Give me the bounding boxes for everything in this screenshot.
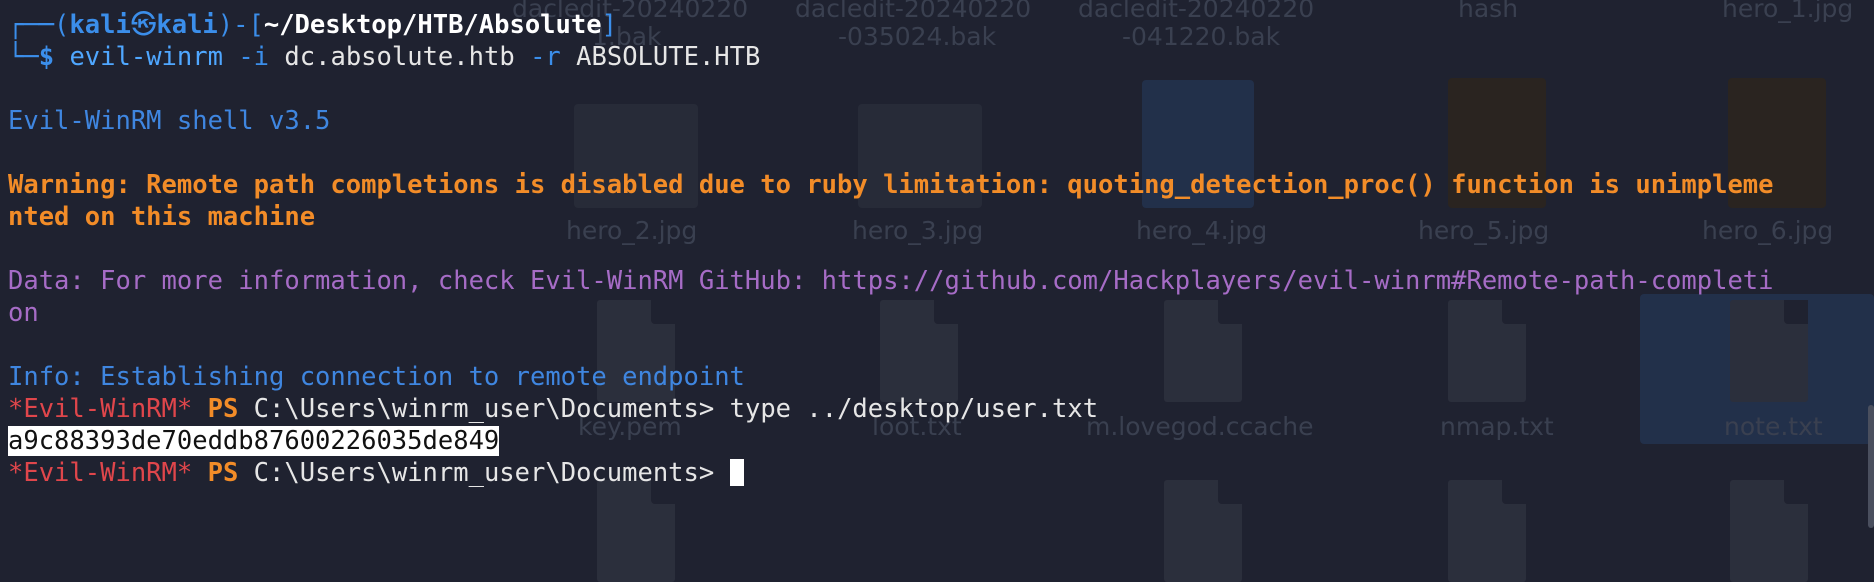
prompt-corner: └─	[8, 42, 39, 72]
command-host: dc.absolute.htb	[284, 42, 515, 72]
document-icon	[1730, 480, 1808, 582]
winrm-prompt-line-active[interactable]: *Evil-WinRM* PS C:\Users\winrm_user\Docu…	[8, 457, 1864, 489]
terminal-scrollbar[interactable]	[1868, 405, 1874, 528]
data-line-continued: on	[8, 298, 39, 328]
evil-winrm-tag: *Evil-WinRM*	[8, 458, 193, 488]
command-flag-r: -r	[530, 42, 561, 72]
prompt-user: kali	[69, 10, 131, 40]
info-line: Info: Establishing connection to remote …	[8, 362, 745, 392]
document-icon	[1164, 480, 1242, 582]
prompt-path: ~/Desktop/HTB/Absolute	[263, 10, 602, 40]
winrm-prompt-line: *Evil-WinRM* PS C:\Users\winrm_user\Docu…	[8, 393, 1864, 425]
document-icon	[597, 480, 675, 582]
current-directory: C:\Users\winrm_user\Documents>	[253, 394, 715, 424]
prompt-dollar: $	[38, 42, 55, 72]
command-realm: ABSOLUTE.HTB	[576, 42, 761, 72]
banner-line: Evil-WinRM shell v3.5	[8, 106, 331, 136]
gear-icon	[1448, 480, 1526, 582]
prompt-separator: )-[	[217, 10, 264, 40]
terminal-window[interactable]: { "prompt": { "user": "kali", "host": "k…	[0, 0, 1874, 582]
prompt-close-bracket: ]	[601, 10, 617, 40]
powershell-ps-label: PS	[207, 458, 239, 488]
command-flag-i: -i	[238, 42, 270, 72]
terminal-output[interactable]: ┌──(kali㉿kali)-[~/Desktop/HTB/Absolute] …	[8, 9, 1864, 489]
data-line: Data: For more information, check Evil-W…	[8, 266, 1774, 296]
evil-winrm-tag: *Evil-WinRM*	[8, 394, 193, 424]
current-directory: C:\Users\winrm_user\Documents>	[253, 458, 715, 488]
warning-line: Warning: Remote path completions is disa…	[8, 170, 1774, 200]
selected-flag-text[interactable]: a9c88393de70eddb87600226035de849	[8, 426, 500, 456]
command-line: └─$ evil-winrm -i dc.absolute.htb -r ABS…	[8, 41, 1864, 73]
warning-line-continued: nted on this machine	[8, 202, 316, 232]
command-output-line: a9c88393de70eddb87600226035de849	[8, 425, 1864, 457]
prompt-host: kali	[156, 10, 218, 40]
kali-skull-icon: ㉿	[130, 10, 157, 40]
typed-command: type ../desktop/user.txt	[729, 394, 1099, 424]
prompt-corner: ┌──(	[8, 10, 70, 40]
powershell-ps-label: PS	[207, 394, 239, 424]
command-tool: evil-winrm	[69, 42, 223, 72]
prompt-line-top: ┌──(kali㉿kali)-[~/Desktop/HTB/Absolute]	[8, 9, 1864, 41]
text-cursor[interactable]	[729, 459, 744, 486]
